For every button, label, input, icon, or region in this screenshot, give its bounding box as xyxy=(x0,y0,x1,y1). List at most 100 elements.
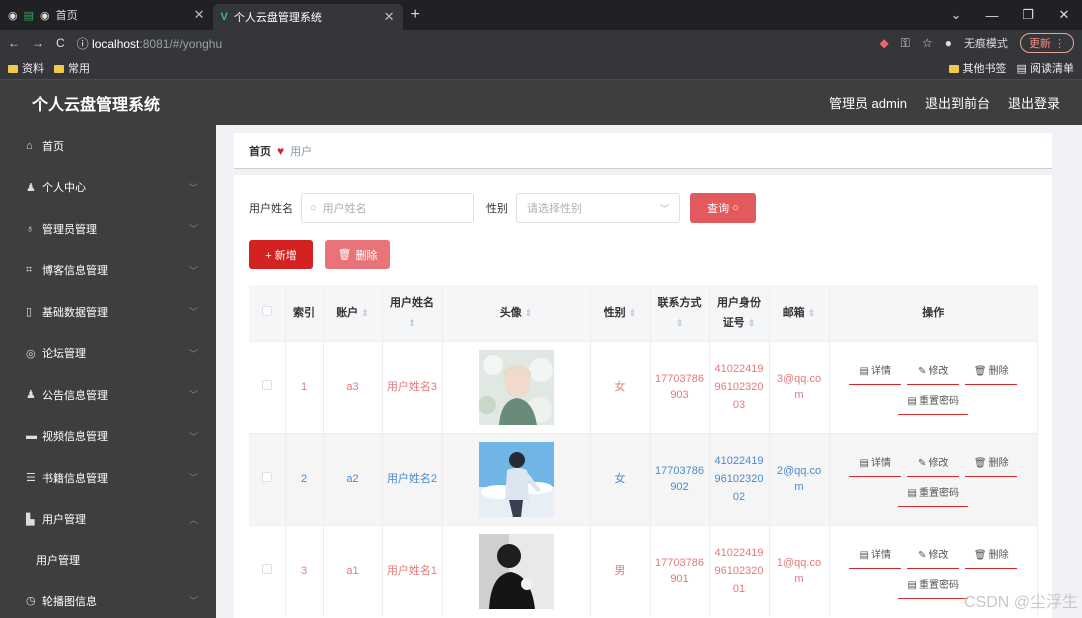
trash-icon: 🗑 xyxy=(973,549,987,561)
delete-button[interactable]: 🗑 删除 xyxy=(965,543,1018,570)
browser-tab-active[interactable]: V 个人云盘管理系统 ✕ xyxy=(212,4,403,30)
detail-button[interactable]: ▤ 详情 xyxy=(849,451,902,477)
sidebar-item-notice[interactable]: ♟ 公告信息管理 ﹀ xyxy=(0,374,216,416)
reset-password-button[interactable]: ▤ 重置密码 xyxy=(898,389,969,415)
bookmark-folder[interactable]: 常用 xyxy=(54,60,90,76)
key-icon[interactable]: ⚿ xyxy=(901,36,910,51)
sidebar-item-profile[interactable]: ♟ 个人中心 ﹀ xyxy=(0,167,216,209)
detail-button[interactable]: ▤ 详情 xyxy=(849,359,902,385)
row-checkbox[interactable] xyxy=(249,432,286,525)
chevron-down-icon: ﹀ xyxy=(188,224,198,235)
breadcrumb-home[interactable]: 首页 xyxy=(249,143,271,159)
name-search-input[interactable]: ○ 用户姓名 xyxy=(301,193,474,223)
user-icon: ♟ xyxy=(26,181,36,194)
col-email[interactable]: 邮箱 ⇕ xyxy=(769,285,830,341)
close-icon[interactable]: ✕ xyxy=(194,7,205,23)
delete-button[interactable]: 🗑 删除 xyxy=(965,359,1018,385)
forward-icon[interactable]: → xyxy=(32,36,44,50)
sidebar-item-admin[interactable]: ♁ 管理员管理 ﹀ xyxy=(0,208,216,250)
avatar-image[interactable] xyxy=(478,349,554,425)
gender-select[interactable]: 请选择性别 ﹀ xyxy=(516,193,680,223)
edit-button[interactable]: ✎ 修改 xyxy=(907,359,960,385)
cell-email: 2@qq.com xyxy=(769,432,830,525)
query-button[interactable]: 查询 ○ xyxy=(690,193,756,223)
update-button[interactable]: 更新 ⋮ xyxy=(1019,33,1074,53)
batch-delete-button[interactable]: 🗑 删除 xyxy=(325,240,390,269)
reset-password-button[interactable]: ▤ 重置密码 xyxy=(898,573,969,600)
col-idcard[interactable]: 用户身份证号 ⇕ xyxy=(709,285,770,341)
close-window-icon[interactable]: ✕ xyxy=(1046,7,1082,23)
col-avatar[interactable]: 头像 ⇕ xyxy=(442,285,591,341)
table-row: 2 a2 用户姓名2 女 17703786902 410224199610232… xyxy=(249,432,1038,525)
heart-icon: ♥ xyxy=(277,143,285,158)
to-front-link[interactable]: 退出到前台 xyxy=(925,93,990,112)
sidebar-item-carousel[interactable]: ◷ 轮播图信息 ﹀ xyxy=(0,580,216,618)
chevron-up-icon: ︿ xyxy=(188,514,198,525)
sidebar-item-basic-data[interactable]: ▯ 基础数据管理 ﹀ xyxy=(0,291,216,333)
sidebar-item-video[interactable]: ▬ 视频信息管理 ﹀ xyxy=(0,416,216,458)
doc-icon: ▤ xyxy=(907,487,917,499)
col-gender[interactable]: 性别 ⇕ xyxy=(590,285,651,341)
restore-icon[interactable]: ❐ xyxy=(1010,7,1046,23)
list-icon: ☰ xyxy=(26,472,36,485)
cell-ops: ▤ 详情 ✎ 修改 🗑 删除 ▤ 重置密码 xyxy=(829,340,1038,433)
sidebar-subitem-users[interactable]: 用户管理 xyxy=(0,540,216,580)
sidebar-item-books[interactable]: ☰ 书籍信息管理 ﹀ xyxy=(0,457,216,499)
minimize-icon[interactable]: — xyxy=(974,8,1010,23)
search-form: 用户姓名 ○ 用户姓名 性别 请选择性别 ﹀ 查询 ○ xyxy=(249,193,756,223)
row-checkbox[interactable] xyxy=(249,524,286,617)
sort-icon[interactable]: ⇕ xyxy=(748,318,756,328)
cell-name: 用户姓名2 xyxy=(382,432,443,525)
cell-phone: 17703786902 xyxy=(650,432,710,525)
sort-icon[interactable]: ⇕ xyxy=(525,308,533,318)
sort-icon[interactable]: ⇕ xyxy=(808,308,816,318)
avatar-image[interactable] xyxy=(478,441,554,517)
reading-list[interactable]: ▤ 阅读清单 xyxy=(1017,60,1074,76)
cell-avatar xyxy=(442,432,591,525)
close-icon[interactable]: ✕ xyxy=(384,9,395,25)
detail-button[interactable]: ▤ 详情 xyxy=(849,543,902,570)
sidebar-item-blog[interactable]: ⌗ 博客信息管理 ﹀ xyxy=(0,250,216,292)
sidebar-item-users[interactable]: ▙ 用户管理 ︿ xyxy=(0,499,216,541)
sort-icon[interactable]: ⇕ xyxy=(361,308,369,318)
sort-icon[interactable]: ⇕ xyxy=(629,308,637,318)
logout-link[interactable]: 退出登录 xyxy=(1008,93,1060,112)
reload-icon[interactable]: C xyxy=(56,36,65,50)
breadcrumb-current: 用户 xyxy=(290,145,313,158)
chart-icon: ▙ xyxy=(26,513,35,526)
bookmark-folder-other[interactable]: 其他书签 xyxy=(948,60,1007,76)
chevron-down-icon[interactable]: ⌄ xyxy=(938,7,974,23)
back-icon[interactable]: ← xyxy=(8,36,20,50)
col-name[interactable]: 用户姓名 ⇕ xyxy=(382,285,443,341)
star-icon[interactable]: ☆ xyxy=(922,36,933,50)
folder-icon xyxy=(948,64,959,73)
cell-index: 2 xyxy=(285,432,324,525)
chevron-down-icon: ﹀ xyxy=(188,473,198,484)
select-all-checkbox[interactable] xyxy=(249,285,286,341)
cell-phone: 17703786903 xyxy=(650,340,710,433)
row-checkbox[interactable] xyxy=(249,340,286,433)
delete-button[interactable]: 🗑 删除 xyxy=(965,451,1018,477)
edit-button[interactable]: ✎ 修改 xyxy=(907,451,960,477)
user-table: 索引 账户 ⇕ 用户姓名 ⇕ 头像 ⇕ 性别 ⇕ 联系方式 ⇕ 用户身份证号 ⇕ 邮… xyxy=(249,285,1038,617)
translate-icon[interactable]: ◆ xyxy=(880,36,889,50)
add-button[interactable]: + 新增 xyxy=(249,240,313,269)
tab-label: 首页 xyxy=(55,10,78,22)
col-phone[interactable]: 联系方式 ⇕ xyxy=(650,285,710,341)
new-tab-icon[interactable]: + xyxy=(411,6,420,24)
vue-logo-icon: V xyxy=(220,11,228,23)
browser-tab-home[interactable]: ◉ ▤ ◉ 首页 ✕ xyxy=(0,0,213,30)
sidebar-item-home[interactable]: ⌂ 首页 xyxy=(0,125,216,167)
address-input[interactable]: ⓘ localhost:8081/#/yonghu xyxy=(77,35,868,52)
avatar-image[interactable] xyxy=(478,533,554,609)
cell-account: a3 xyxy=(323,340,383,433)
compass-icon: ◎ xyxy=(26,347,36,360)
col-account[interactable]: 账户 ⇕ xyxy=(323,285,383,341)
bookmark-folder[interactable]: 资料 xyxy=(8,60,44,76)
edit-button[interactable]: ✎ 修改 xyxy=(907,543,960,570)
reset-password-button[interactable]: ▤ 重置密码 xyxy=(898,481,969,507)
sort-icon[interactable]: ⇕ xyxy=(408,318,416,328)
incognito-label[interactable]: 无痕模式 xyxy=(964,35,1008,51)
sort-icon[interactable]: ⇕ xyxy=(676,318,684,328)
sidebar-item-forum[interactable]: ◎ 论坛管理 ﹀ xyxy=(0,333,216,375)
